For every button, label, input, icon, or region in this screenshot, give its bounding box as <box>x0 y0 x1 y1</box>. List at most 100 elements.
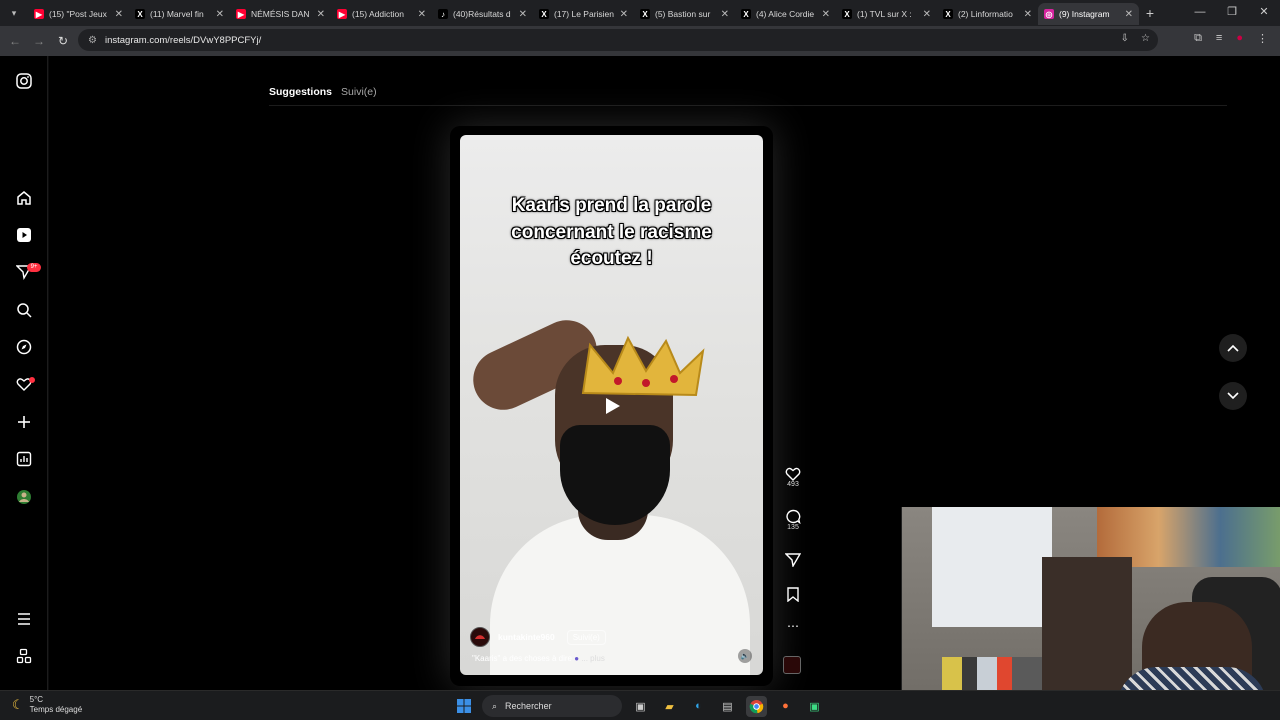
owner-avatar[interactable] <box>470 627 490 647</box>
tab-favicon-icon: ▶ <box>34 9 44 19</box>
share-button[interactable] <box>781 552 805 567</box>
store-icon[interactable]: ▤ <box>717 696 738 717</box>
profile-icon[interactable]: ● <box>1236 32 1243 45</box>
weather-text: Temps dégagé <box>29 705 83 714</box>
close-tab-icon[interactable]: ✕ <box>317 9 325 20</box>
media-icon[interactable]: ≡ <box>1216 32 1222 45</box>
tab-suggestions[interactable]: Suggestions <box>269 86 332 98</box>
close-tab-icon[interactable]: ✕ <box>1024 9 1032 20</box>
audio-thumbnail[interactable] <box>783 656 801 674</box>
omnibox[interactable]: ⚙ instagram.com/reels/DVwY8PPCFYj/ ⇩ ☆ <box>78 29 1158 51</box>
play-icon[interactable] <box>601 395 623 417</box>
tab-favicon-icon: X <box>640 9 650 19</box>
close-tab-icon[interactable]: ✕ <box>923 9 931 20</box>
reel-video[interactable]: Kaaris prend la parole concernant le rac… <box>460 135 763 675</box>
reload-icon[interactable]: ↻ <box>51 34 75 48</box>
close-tab-icon[interactable]: ✕ <box>115 9 123 20</box>
comment-icon[interactable] <box>785 509 801 524</box>
tab-title: (9) Instagram <box>1059 9 1110 19</box>
back-icon[interactable]: ← <box>3 34 27 48</box>
mute-icon[interactable]: 🔈 <box>738 649 752 663</box>
weather-widget[interactable]: ☾ 5°C Temps dégagé <box>12 695 82 715</box>
taskbar-search[interactable]: ⌕ Rechercher <box>482 695 622 717</box>
tab-search-dropdown-icon[interactable]: ▾ <box>0 0 28 26</box>
next-reel-button[interactable] <box>1219 382 1247 410</box>
follow-button[interactable]: Suivi(e) <box>566 629 606 645</box>
close-tab-icon[interactable]: ✕ <box>418 9 426 20</box>
browser-tab[interactable]: X (11) Marvel fin ✕ <box>129 3 230 25</box>
owner-username[interactable]: kuntakinte960 <box>498 632 555 642</box>
restore-icon[interactable]: ❐ <box>1216 0 1248 26</box>
close-window-icon[interactable]: ✕ <box>1248 0 1280 26</box>
close-tab-icon[interactable]: ✕ <box>620 9 628 20</box>
browser-tab[interactable]: ▶ (15) Addiction ✕ <box>331 3 432 25</box>
file-explorer-icon[interactable]: ▰ <box>659 696 680 717</box>
comment-button[interactable]: 135 <box>781 509 805 531</box>
reel-owner: kuntakinte960 Suivi(e) <box>470 627 606 647</box>
reels-icon[interactable] <box>13 224 35 246</box>
tab-title: (4) Alice Cordie <box>756 9 815 19</box>
site-info-icon[interactable]: ⚙ <box>88 35 97 46</box>
more-options-icon[interactable]: ⋯ <box>781 619 805 633</box>
explore-compass-icon[interactable] <box>13 336 35 358</box>
browser-tab[interactable]: X (4) Alice Cordie ✕ <box>735 3 836 25</box>
search-icon[interactable] <box>13 299 35 321</box>
instagram-logo-icon[interactable] <box>13 70 35 92</box>
windows-taskbar: ☾ 5°C Temps dégagé ⌕ Rechercher ▣ ▰ ◐ ▤ … <box>0 690 1280 720</box>
extensions-icon[interactable]: ⧉ <box>1194 32 1202 45</box>
browser-tab[interactable]: ▶ NÉMÉSIS DAN ✕ <box>230 3 331 25</box>
reel-description: "Kaaris" a des choses à dire ● ... plus <box>472 654 605 663</box>
minimize-icon[interactable]: — <box>1184 0 1216 26</box>
caption-line-1: Kaaris prend la parole <box>511 195 712 216</box>
save-button[interactable] <box>781 587 805 602</box>
install-app-icon[interactable]: ⇩ <box>1121 33 1129 44</box>
close-tab-icon[interactable]: ✕ <box>216 9 224 20</box>
close-tab-icon[interactable]: ✕ <box>822 9 830 20</box>
tab-following[interactable]: Suivi(e) <box>341 86 377 98</box>
close-tab-icon[interactable]: ✕ <box>1125 9 1133 20</box>
like-button[interactable]: 493 <box>781 466 805 488</box>
heart-icon[interactable] <box>785 466 801 481</box>
comment-count: 135 <box>787 524 799 531</box>
new-tab-button[interactable]: + <box>1139 5 1161 21</box>
more-link[interactable]: ... plus <box>581 654 605 663</box>
close-tab-icon[interactable]: ✕ <box>721 9 729 20</box>
url-text: instagram.com/reels/DVwY8PPCFYj/ <box>104 34 262 46</box>
windows-start-icon[interactable] <box>453 696 474 717</box>
browser-tab[interactable]: X (1) TVL sur X : ✕ <box>836 3 937 25</box>
profile-avatar-icon[interactable] <box>13 486 35 508</box>
app-green-icon[interactable]: ▣ <box>804 696 825 717</box>
more-menu-icon[interactable] <box>13 608 35 630</box>
browser-tab[interactable]: X (17) Le Parisien ✕ <box>533 3 634 25</box>
chrome-icon[interactable] <box>746 695 767 717</box>
bookmark-icon[interactable] <box>786 587 800 602</box>
instagram-sidebar: 9+ <box>0 56 48 690</box>
beard <box>560 425 670 525</box>
browser-tab[interactable]: X (2) Linformatio ✕ <box>937 3 1038 25</box>
forward-icon[interactable]: → <box>27 34 51 48</box>
moon-icon: ☾ <box>12 697 24 712</box>
tab-favicon-icon: X <box>135 9 145 19</box>
menu-kebab-icon[interactable]: ⋮ <box>1257 32 1268 45</box>
browser-tab[interactable]: ▶ (15) "Post Jeux ✕ <box>28 3 129 25</box>
tab-title: (15) Addiction <box>352 9 404 19</box>
bookmark-star-icon[interactable]: ☆ <box>1141 33 1150 44</box>
browser-tab-strip: ▾ ▶ (15) "Post Jeux ✕ X (11) Marvel fin ✕ ▶ NÉM… <box>0 0 1280 26</box>
browser-tab[interactable]: ◎ (9) Instagram ✕ <box>1038 3 1139 25</box>
previous-reel-button[interactable] <box>1219 334 1247 362</box>
notification-dot <box>29 377 35 383</box>
tab-favicon-icon: X <box>842 9 852 19</box>
share-icon[interactable] <box>785 552 801 567</box>
task-view-icon[interactable]: ▣ <box>630 696 651 717</box>
browser-tab[interactable]: ♪ (40)Résultats d ✕ <box>432 3 533 25</box>
close-tab-icon[interactable]: ✕ <box>519 9 527 20</box>
crown-image <box>581 335 705 397</box>
firefox-icon[interactable]: ● <box>775 696 796 717</box>
edge-icon[interactable]: ◐ <box>688 696 709 717</box>
home-icon[interactable] <box>13 187 35 209</box>
browser-tab[interactable]: X (5) Bastion sur ✕ <box>634 3 735 25</box>
dashboard-icon[interactable] <box>13 448 35 470</box>
tab-title: (5) Bastion sur <box>655 9 711 19</box>
meta-apps-icon[interactable] <box>13 645 35 667</box>
create-plus-icon[interactable] <box>13 411 35 433</box>
